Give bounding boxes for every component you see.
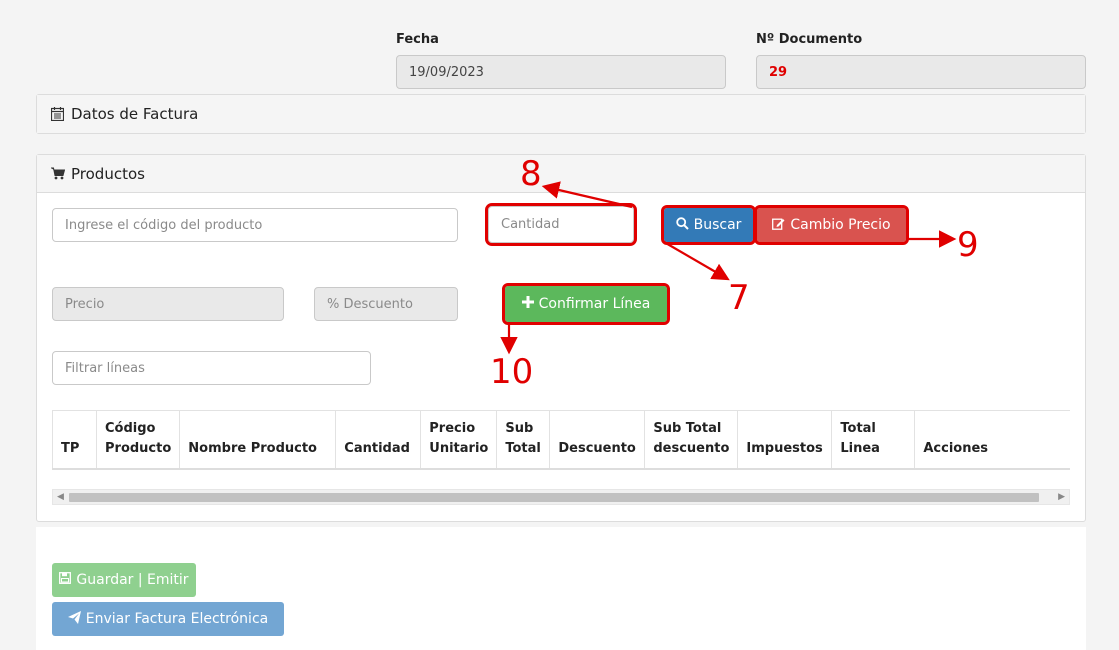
filtrar-lineas-input[interactable] xyxy=(52,351,371,385)
paper-plane-icon xyxy=(67,610,81,628)
col-codigo-producto: Código Producto xyxy=(96,410,181,470)
datos-factura-title: Datos de Factura xyxy=(71,105,199,123)
enviar-factura-label: Enviar Factura Electrónica xyxy=(85,611,269,627)
save-icon xyxy=(59,572,72,588)
annotation-7: 7 xyxy=(728,278,750,318)
confirmar-linea-button[interactable]: Confirmar Línea xyxy=(502,283,670,325)
col-sub-total: Sub Total xyxy=(496,410,551,470)
annotation-9: 9 xyxy=(957,225,979,265)
search-icon xyxy=(675,216,689,234)
datos-factura-header[interactable]: Datos de Factura xyxy=(37,95,1085,133)
cambio-precio-label: Cambio Precio xyxy=(790,217,891,233)
fecha-label: Fecha xyxy=(396,32,439,47)
col-acciones: Acciones xyxy=(914,410,1070,470)
col-total-linea: Total Linea xyxy=(831,410,916,470)
col-nombre-producto: Nombre Producto xyxy=(179,410,337,470)
descuento-input[interactable] xyxy=(314,287,458,321)
annotation-8: 8 xyxy=(520,154,542,194)
col-cantidad: Cantidad xyxy=(335,410,422,470)
datos-factura-panel[interactable]: Datos de Factura xyxy=(36,94,1086,134)
guardar-emitir-button[interactable]: Guardar | Emitir xyxy=(52,563,196,597)
plus-icon xyxy=(521,296,534,312)
col-tp: TP xyxy=(52,410,97,470)
fecha-field: 19/09/2023 xyxy=(396,55,726,89)
enviar-factura-button[interactable]: Enviar Factura Electrónica xyxy=(52,602,284,636)
scroll-right-icon[interactable]: ▶ xyxy=(1058,492,1065,502)
productos-title: Productos xyxy=(71,164,145,183)
documento-field: 29 xyxy=(756,55,1086,89)
col-precio-unitario: Precio Unitario xyxy=(420,410,498,470)
cambio-precio-button[interactable]: Cambio Precio xyxy=(754,205,909,245)
scroll-left-icon[interactable]: ◀ xyxy=(57,492,64,502)
edit-icon xyxy=(772,217,785,234)
buscar-button[interactable]: Buscar xyxy=(661,205,756,245)
col-impuestos: Impuestos xyxy=(737,410,833,470)
productos-header: Productos xyxy=(37,155,1085,193)
annotation-10: 10 xyxy=(490,352,534,392)
codigo-producto-input[interactable] xyxy=(52,208,458,242)
cantidad-input[interactable] xyxy=(485,203,637,246)
lineas-table: TP Código Producto Nombre Producto Canti… xyxy=(52,410,1070,470)
guardar-emitir-label: Guardar | Emitir xyxy=(76,572,189,588)
col-sub-total-descuento: Sub Total descuento xyxy=(644,410,739,470)
cart-icon xyxy=(51,167,65,181)
table-header-row: TP Código Producto Nombre Producto Canti… xyxy=(52,410,1070,470)
scroll-thumb[interactable] xyxy=(69,493,1039,502)
col-descuento: Descuento xyxy=(549,410,646,470)
table-horizontal-scrollbar[interactable]: ◀ ▶ xyxy=(52,489,1070,505)
documento-label: Nº Documento xyxy=(756,32,863,47)
precio-input[interactable] xyxy=(52,287,284,321)
calendar-icon xyxy=(51,107,65,121)
confirmar-linea-label: Confirmar Línea xyxy=(538,296,651,312)
buscar-label: Buscar xyxy=(693,217,742,233)
